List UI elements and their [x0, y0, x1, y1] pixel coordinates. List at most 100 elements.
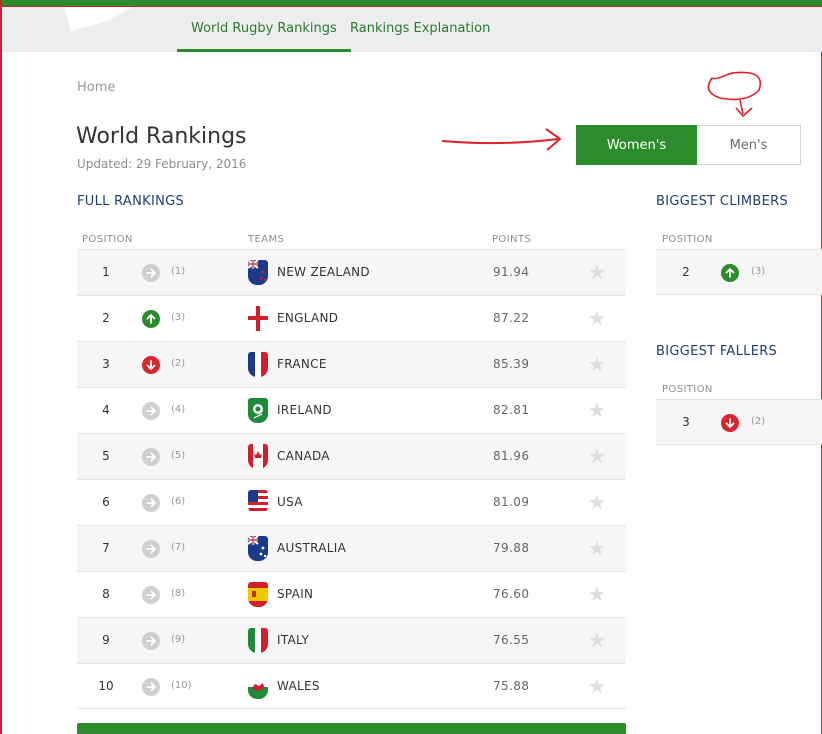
team-points: 76.60	[493, 587, 530, 601]
biggest_fallers-row[interactable]: 3 (2)	[656, 399, 822, 445]
rank-position: 1	[102, 265, 110, 279]
table-row[interactable]: 9 (9) ITALY 76.55 ★	[77, 617, 626, 663]
fallers-header-position: POSITION	[662, 384, 713, 395]
previous-position: (1)	[171, 266, 186, 277]
arrow-right-icon	[142, 494, 160, 512]
flag-usa-icon	[248, 490, 268, 515]
flag-australia-icon	[248, 536, 268, 561]
arrow-right-icon	[142, 264, 160, 282]
breadcrumb-home[interactable]: Home	[77, 80, 115, 95]
previous-position: (8)	[171, 588, 186, 599]
star-favourite-icon[interactable]: ★	[588, 584, 606, 604]
team-name[interactable]: ENGLAND	[277, 311, 338, 325]
rank-position: 3	[682, 415, 690, 429]
arrow-right-icon	[142, 448, 160, 466]
flag-italy-icon	[248, 628, 268, 653]
star-favourite-icon[interactable]: ★	[588, 492, 606, 512]
rank-position: 2	[102, 311, 110, 325]
table-row[interactable]: 5 (5) CANADA 81.96 ★	[77, 433, 626, 479]
team-name[interactable]: ITALY	[277, 633, 309, 647]
team-name[interactable]: WALES	[277, 679, 320, 693]
flag-spain-icon	[248, 582, 268, 607]
biggest_climbers-row[interactable]: 2 (3)	[656, 249, 822, 295]
flag-ireland-icon	[248, 398, 268, 423]
arrow-right-icon	[142, 540, 160, 558]
table-row[interactable]: 7 (7) AUSTRALIA 79.88 ★	[77, 525, 626, 571]
flag-england-icon	[248, 306, 268, 331]
star-favourite-icon[interactable]: ★	[588, 308, 606, 328]
previous-position: (2)	[751, 416, 766, 427]
full-rankings-title: FULL RANKINGS	[77, 194, 185, 209]
table-row[interactable]: 10 (10) WALES 75.88 ★	[77, 663, 626, 709]
site-logo-tab[interactable]	[64, 7, 134, 31]
rank-position: 6	[102, 495, 110, 509]
star-favourite-icon[interactable]: ★	[588, 630, 606, 650]
previous-position: (5)	[171, 450, 186, 461]
arrow-up-icon	[142, 310, 160, 328]
rank-position: 8	[102, 587, 110, 601]
flag-france-icon	[248, 352, 268, 377]
page-title: World Rankings	[76, 124, 247, 149]
rank-position: 3	[102, 357, 110, 371]
arrow-right-icon	[142, 678, 160, 696]
team-name[interactable]: USA	[277, 495, 303, 509]
flag-new-zealand-icon	[248, 260, 268, 285]
team-name[interactable]: FRANCE	[277, 357, 327, 371]
table-row[interactable]: 6 (6) USA 81.09 ★	[77, 479, 626, 525]
star-favourite-icon[interactable]: ★	[588, 446, 606, 466]
team-points: 82.81	[493, 403, 530, 417]
womens-button[interactable]: Women's	[576, 125, 697, 165]
annotation-scribble-arrow	[735, 99, 753, 118]
rank-position: 2	[682, 265, 690, 279]
rank-position: 9	[102, 633, 110, 647]
rank-position: 7	[102, 541, 110, 555]
nav-world-rugby-rankings[interactable]: World Rugby Rankings	[177, 7, 351, 52]
previous-position: (7)	[171, 542, 186, 553]
team-points: 75.88	[493, 679, 530, 693]
nav-rankings-explanation[interactable]: Rankings Explanation	[336, 7, 504, 52]
star-favourite-icon[interactable]: ★	[588, 538, 606, 558]
team-name[interactable]: NEW ZEALAND	[277, 265, 370, 279]
team-points: 85.39	[493, 357, 530, 371]
team-name[interactable]: SPAIN	[277, 587, 313, 601]
team-points: 87.22	[493, 311, 530, 325]
star-favourite-icon[interactable]: ★	[588, 354, 606, 374]
table-row[interactable]: 8 (8) SPAIN 76.60 ★	[77, 571, 626, 617]
previous-position: (6)	[171, 496, 186, 507]
rank-position: 4	[102, 403, 110, 417]
table-row[interactable]: 2 (3) ENGLAND 87.22 ★	[77, 295, 626, 341]
table-row[interactable]: 3 (2) FRANCE 85.39 ★	[77, 341, 626, 387]
team-points: 81.96	[493, 449, 530, 463]
star-favourite-icon[interactable]: ★	[588, 400, 606, 420]
arrow-right-icon	[142, 586, 160, 604]
previous-position: (10)	[171, 680, 192, 691]
previous-position: (9)	[171, 634, 186, 645]
annotation-arrow-head	[545, 128, 562, 151]
table-row[interactable]: 4 (4) IRELAND 82.81 ★	[77, 387, 626, 433]
team-points: 91.94	[493, 265, 530, 279]
flag-wales-icon	[248, 674, 268, 699]
arrow-down-icon	[142, 356, 160, 374]
team-name[interactable]: IRELAND	[277, 403, 332, 417]
arrow-right-icon	[142, 632, 160, 650]
team-name[interactable]: CANADA	[277, 449, 330, 463]
mens-button[interactable]: Men's	[697, 125, 801, 165]
team-points: 79.88	[493, 541, 530, 555]
arrow-right-icon	[142, 402, 160, 420]
star-favourite-icon[interactable]: ★	[588, 262, 606, 282]
column-header-teams: TEAMS	[248, 234, 285, 245]
gender-toggle: Women's Men's	[576, 125, 801, 165]
previous-position: (2)	[171, 358, 186, 369]
footer-green-bar[interactable]	[77, 723, 626, 734]
previous-position: (3)	[751, 266, 766, 277]
team-points: 76.55	[493, 633, 530, 647]
annotation-scribble-circle	[707, 71, 762, 101]
rank-position: 10	[98, 679, 114, 693]
previous-position: (4)	[171, 404, 186, 415]
climbers-header-position: POSITION	[662, 234, 713, 245]
sub-navigation: World Rugby Rankings Rankings Explanatio…	[2, 7, 822, 52]
team-name[interactable]: AUSTRALIA	[277, 541, 346, 555]
table-row[interactable]: 1 (1) NEW ZEALAND 91.94 ★	[77, 249, 626, 295]
star-favourite-icon[interactable]: ★	[588, 676, 606, 696]
column-header-position: POSITION	[82, 234, 133, 245]
